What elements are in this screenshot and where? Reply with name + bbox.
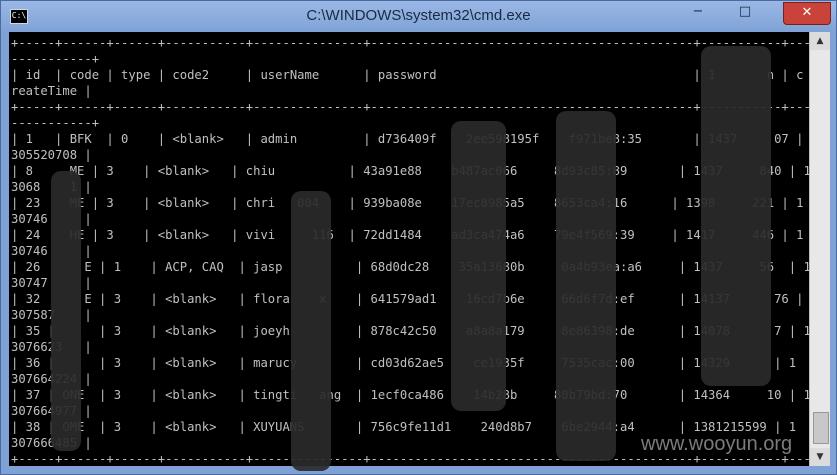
- redaction-mark: [451, 121, 506, 411]
- title-bar[interactable]: C:\ C:\WINDOWS\system32\cmd.exe − □ ✕: [1, 1, 836, 32]
- watermark: www.wooyun.org: [641, 433, 793, 455]
- minimize-button[interactable]: −: [685, 2, 711, 23]
- console-output[interactable]: +-----+------+------+-----------+-------…: [9, 32, 809, 466]
- redaction-mark: [291, 191, 331, 471]
- maximize-button[interactable]: □: [732, 2, 758, 23]
- redaction-mark: [701, 46, 771, 386]
- close-button[interactable]: ✕: [783, 2, 831, 25]
- console-text: +-----+------+------+-----------+-------…: [11, 36, 809, 466]
- cmd-window: C:\ C:\WINDOWS\system32\cmd.exe − □ ✕ +-…: [0, 0, 837, 475]
- redaction-mark: [51, 171, 81, 451]
- scroll-down-arrow-icon[interactable]: ▼: [810, 448, 830, 466]
- scrollbar-thumb[interactable]: [813, 412, 829, 444]
- vertical-scrollbar[interactable]: ▲ ▼: [809, 32, 830, 466]
- scroll-up-arrow-icon[interactable]: ▲: [810, 32, 830, 50]
- redaction-mark: [556, 111, 616, 461]
